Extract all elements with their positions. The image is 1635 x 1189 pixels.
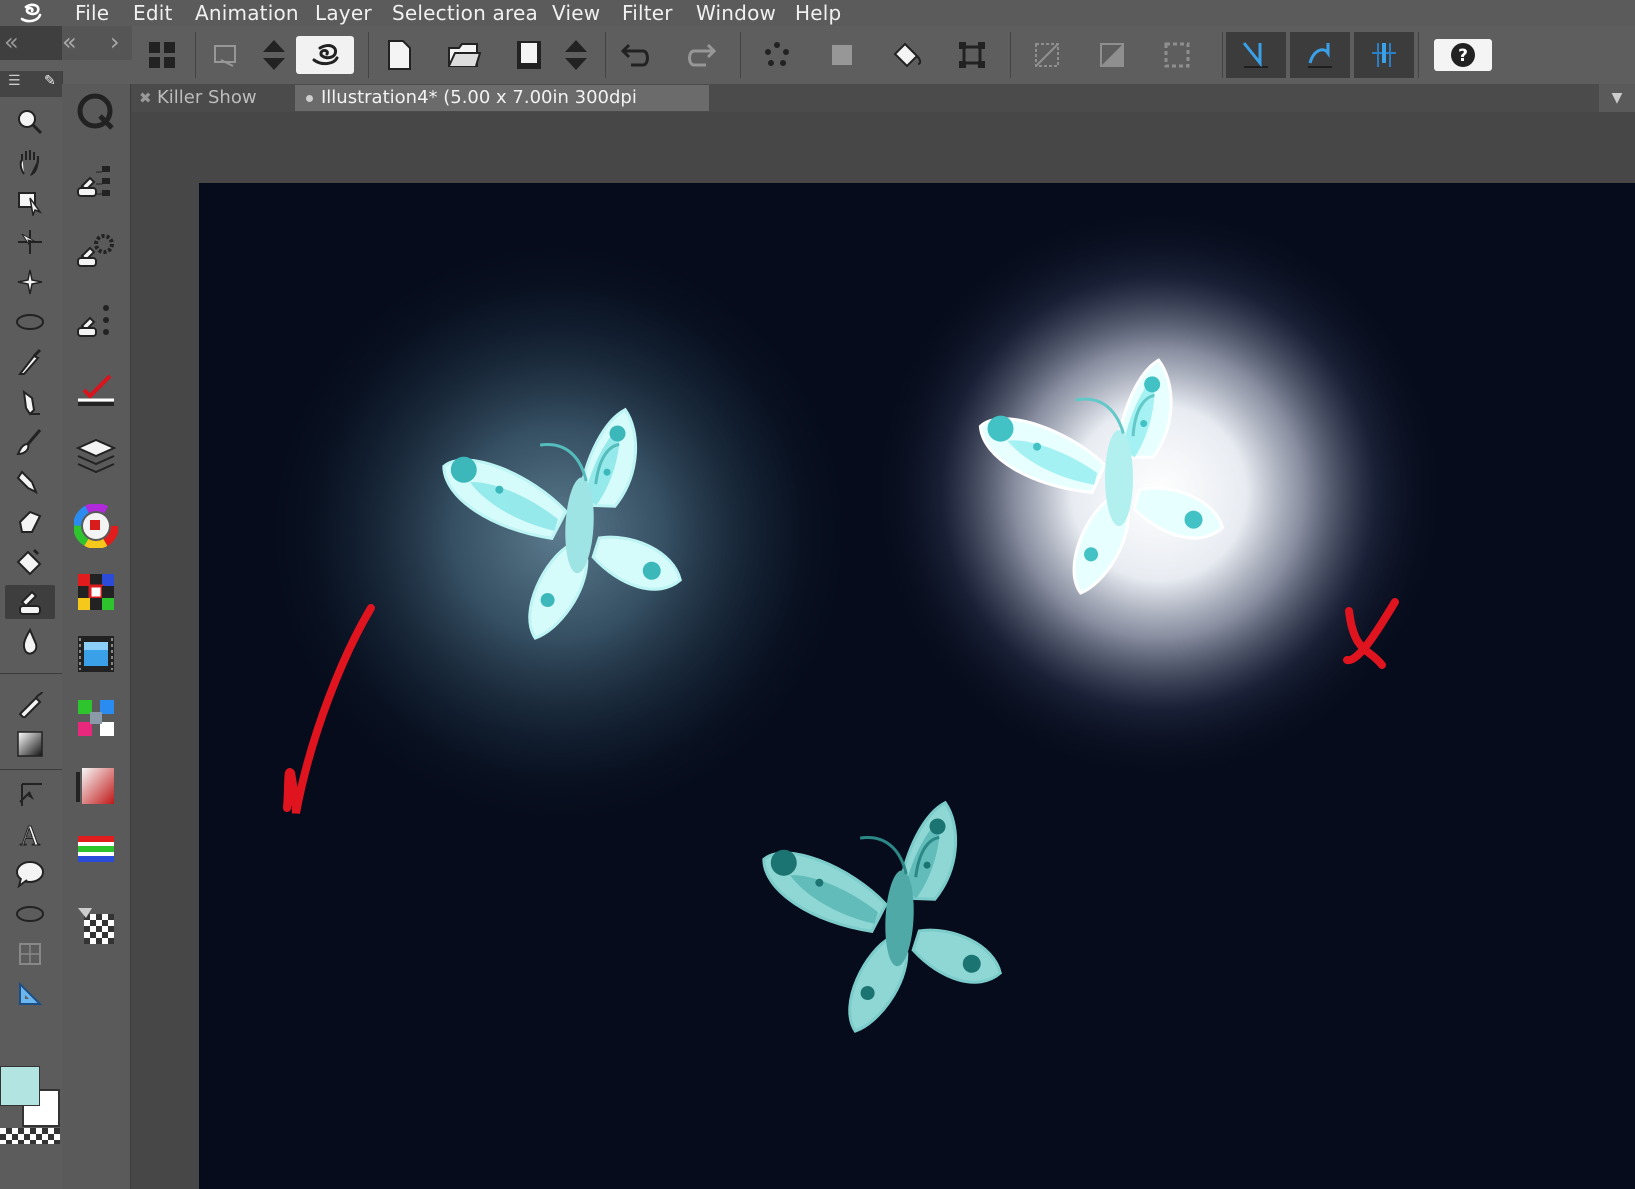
intermediate-color-icon[interactable] [74,764,118,808]
approximate-color-icon[interactable] [74,696,118,740]
menu-layer[interactable]: Layer [315,0,372,26]
material-icon[interactable] [74,904,118,948]
figure-icon[interactable] [13,727,47,761]
hide-selection-icon[interactable] [1028,36,1066,74]
menu-help[interactable]: Help [795,0,841,26]
eraser-icon[interactable] [13,505,47,539]
sub-tool-icon[interactable] [74,160,118,204]
snap-to-grid-icon[interactable] [1354,32,1414,78]
frame-border-icon[interactable] [13,857,47,891]
tab-illustration4[interactable]: Illustration4* (5.00 x 7.00in 300dpi 235… [295,85,709,134]
layer-search-icon[interactable] [74,370,118,414]
document-tab-bar: ✖ Killer Show Illustration4* (5.00 x 7.0… [131,84,1635,134]
main-color-swatch[interactable] [0,1066,40,1106]
blend-icon[interactable] [5,585,55,619]
fill-icon[interactable] [13,545,47,579]
tab-killer-show[interactable]: ✖ Killer Show [131,85,291,111]
tool-palette: ☰ ✎ A [0,71,63,1189]
collapse-panel-icon[interactable]: « [62,26,77,58]
canvas[interactable] [199,183,1635,1189]
palette-dock [62,84,131,1189]
collapse-left-button[interactable]: « [0,26,62,60]
menu-selection-area[interactable]: Selection area [392,0,538,26]
balloon-icon[interactable]: A [13,817,47,851]
color-wheel-icon[interactable] [74,504,118,548]
command-bar: « « › ? [0,26,1635,85]
illustration-artwork[interactable] [199,183,1635,1189]
menu-file[interactable]: File [75,0,109,26]
tab-label: Killer Show [157,87,257,108]
svg-text:?: ? [1458,46,1468,66]
lasso-icon[interactable] [13,305,47,339]
fill-option-icon[interactable] [74,300,118,344]
bucket-fill-icon[interactable] [888,36,926,74]
tab-menu-chevron-down-icon[interactable]: ▼ [1599,84,1635,112]
brush-size-icon[interactable] [74,230,118,274]
eyedropper-icon[interactable] [13,345,47,379]
gradient-icon[interactable] [13,687,47,721]
clip-studio-logo-icon[interactable] [16,1,46,25]
palette-menu-icon[interactable]: ☰ [8,73,21,89]
tool-property-icon[interactable] [74,90,118,134]
triangle-ruler-icon[interactable] [13,977,47,1011]
magic-wand-icon[interactable] [13,265,47,299]
operation-icon[interactable] [13,185,47,219]
ordering-icon[interactable] [255,36,293,74]
correct-line-icon[interactable] [13,937,47,971]
clip-studio-icon[interactable] [296,36,354,74]
layer-property-icon[interactable] [207,36,245,74]
save-order-icon[interactable] [557,36,595,74]
menu-bar: File Edit Animation Layer Selection area… [0,0,1635,26]
menu-edit[interactable]: Edit [133,0,173,26]
pen-pin-icon: ✎ [44,73,56,89]
svg-text:A: A [20,821,41,849]
text-icon[interactable] [13,777,47,811]
selection-border-icon[interactable] [1158,36,1196,74]
menu-animation[interactable]: Animation [195,0,299,26]
open-file-icon[interactable] [445,36,483,74]
quick-access-icon[interactable] [143,36,181,74]
layer-icon[interactable] [74,434,118,478]
redo-icon[interactable] [682,36,720,74]
move-layer-icon[interactable] [13,225,47,259]
soft-glow-left [259,233,859,833]
ruler-icon[interactable] [13,897,47,931]
pencil-icon[interactable] [13,465,47,499]
color-indicator [0,1062,62,1189]
new-file-icon[interactable] [380,36,418,74]
close-tab-icon[interactable]: ✖ [139,85,152,111]
color-set-icon[interactable] [74,570,118,614]
help-icon[interactable]: ? [1434,39,1492,71]
transparent-color-swatch[interactable] [0,1128,60,1144]
animation-cels-icon[interactable] [74,632,118,676]
panel-nav-buttons[interactable]: « › [62,26,132,60]
clear-icon[interactable] [758,36,796,74]
fill-selection-icon[interactable] [823,36,861,74]
menu-filter[interactable]: Filter [622,0,673,26]
decoration-icon[interactable] [13,625,47,659]
invert-selection-icon[interactable] [1093,36,1131,74]
expand-panel-icon[interactable]: › [110,26,120,58]
color-history-icon[interactable] [74,828,118,872]
menu-view[interactable]: View [552,0,600,26]
brush-icon[interactable] [13,425,47,459]
undo-icon[interactable] [617,36,655,74]
save-icon[interactable] [510,36,548,74]
magnifier-icon[interactable] [13,105,47,139]
menu-window[interactable]: Window [696,0,776,26]
tool-palette-header: ☰ ✎ [0,71,62,97]
move-hand-icon[interactable] [13,145,47,179]
snap-to-special-ruler-icon[interactable] [1290,32,1350,78]
pen-icon[interactable] [13,385,47,419]
transform-icon[interactable] [953,36,991,74]
snap-to-ruler-icon[interactable] [1226,32,1286,78]
unsaved-dot-icon[interactable] [306,95,313,102]
